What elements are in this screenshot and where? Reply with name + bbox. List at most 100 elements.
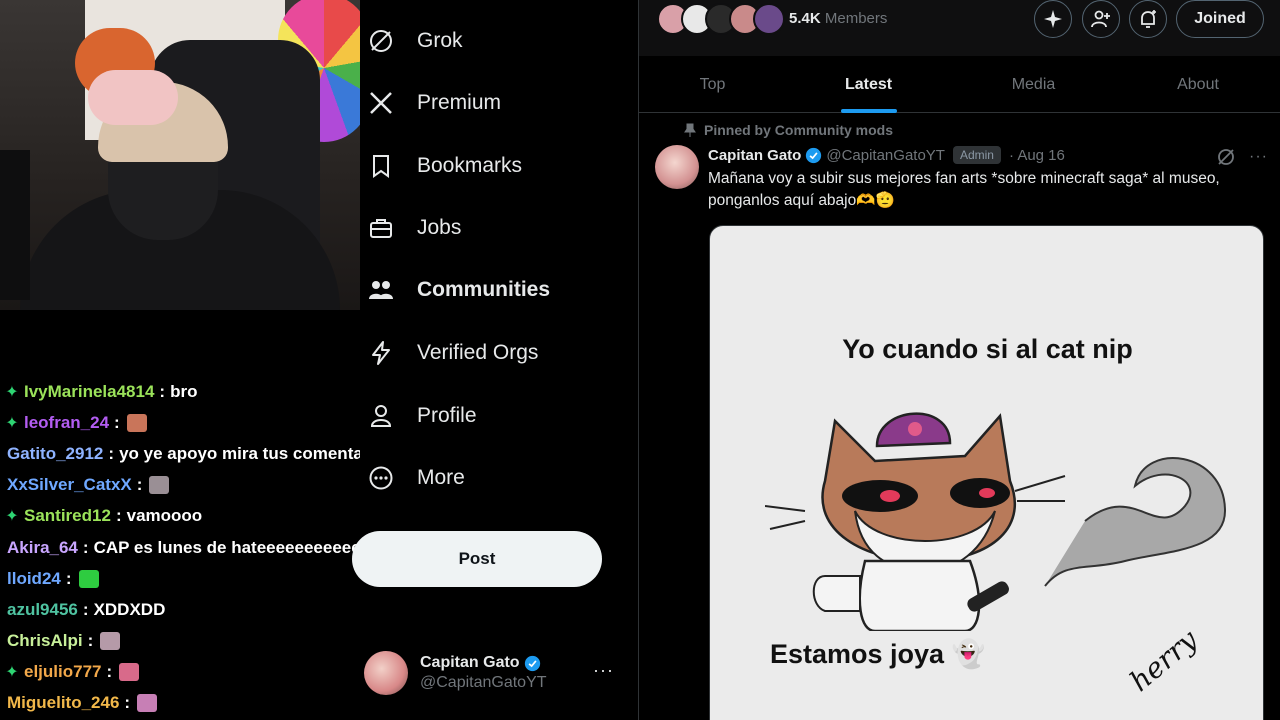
member-count-value: 5.4K — [789, 10, 821, 27]
tab-top[interactable]: Top — [639, 56, 786, 113]
nav-item-more[interactable]: More — [365, 454, 465, 502]
chat-username[interactable]: lloid24 — [7, 569, 61, 589]
chat-separator: : — [115, 506, 122, 526]
post-button[interactable]: Post — [352, 531, 602, 587]
chat-separator: : — [114, 412, 120, 432]
image-signature: herry — [1123, 623, 1204, 698]
chat-message: XxSilver_CatxX: — [0, 470, 420, 501]
nav-label: Premium — [417, 91, 502, 114]
subscriber-badge-icon: ✦ — [5, 508, 19, 526]
nav-label: Jobs — [417, 216, 462, 239]
chat-username[interactable]: ChrisAlpi — [7, 631, 83, 651]
chat-username[interactable]: XxSilver_CatxX — [7, 475, 132, 495]
nav-label: More — [417, 466, 465, 489]
post-header: Capitan Gato @CapitanGatoYT Admin · Aug … — [708, 146, 1065, 164]
microphone — [0, 150, 30, 300]
nav-item-verified-orgs[interactable]: Verified Orgs — [365, 329, 538, 377]
member-avatar — [753, 3, 785, 35]
tab-label: Media — [1011, 75, 1056, 93]
chat-username[interactable]: IvyMarinela4814 — [24, 382, 154, 402]
post-image[interactable]: Yo cuando si al cat nip Estamos joya 👻 h… — [709, 225, 1264, 720]
chat-message: ✦ IvyMarinela4814: bro — [0, 376, 420, 407]
chat-message-text: yo ye apoyo mira tus comentarios — [119, 443, 394, 463]
nav-item-premium[interactable]: Premium — [365, 79, 501, 127]
pinned-label: Pinned by Community mods — [704, 122, 894, 138]
chat-emote — [126, 413, 147, 432]
chat-message: ✦ Santired12: vamoooo — [0, 501, 420, 532]
member-avatars[interactable] — [657, 3, 785, 35]
post-author-handle[interactable]: @CapitanGatoYT — [826, 147, 945, 164]
chat-username[interactable]: Akira_64 — [7, 538, 78, 558]
post-author-name[interactable]: Capitan Gato — [708, 147, 801, 164]
nav-item-jobs[interactable]: Jobs — [365, 204, 461, 252]
post-text: Mañana voy a subir sus mejores fan arts … — [708, 170, 1220, 209]
account-handle: @CapitanGatoYT — [420, 674, 547, 691]
tab-media[interactable]: Media — [951, 56, 1116, 113]
x-logo-icon — [367, 89, 395, 117]
post-date[interactable]: · Aug 16 — [1009, 147, 1065, 164]
chat-username[interactable]: Gatito_2912 — [7, 444, 103, 464]
post-author-avatar[interactable] — [655, 145, 699, 189]
chat-username[interactable]: Santired12 — [24, 506, 111, 526]
chat-separator: : — [87, 631, 94, 651]
nav-item-profile[interactable]: Profile — [365, 392, 477, 440]
chat-username[interactable]: leofran_24 — [24, 413, 109, 433]
chat-separator: : — [136, 475, 143, 495]
grok-spark-button[interactable] — [1034, 0, 1072, 38]
chat-emote — [137, 694, 158, 713]
bell-plus-icon — [1141, 10, 1156, 28]
chat-message: ✦ leofran_24: — [0, 407, 420, 438]
tab-about[interactable]: About — [1116, 56, 1280, 113]
tab-label: About — [1177, 75, 1219, 93]
tab-label: Latest — [844, 75, 893, 93]
grok-icon — [367, 27, 395, 55]
chat-separator: : — [108, 443, 115, 463]
communities-icon — [367, 276, 395, 304]
chat-separator: : — [159, 381, 166, 401]
chat-message: azul9456: XDDXDD — [0, 594, 420, 625]
account-more-icon[interactable]: ··· — [593, 660, 614, 681]
lightning-icon — [367, 339, 395, 367]
joined-button[interactable]: Joined — [1176, 0, 1264, 38]
subscriber-badge-icon: ✦ — [5, 383, 19, 401]
chat-emote — [149, 476, 170, 495]
chat-emote — [78, 569, 99, 588]
nav-label: Profile — [417, 404, 477, 427]
grok-icon[interactable] — [1217, 148, 1235, 166]
chat-emote — [100, 632, 121, 651]
notifications-button[interactable] — [1129, 0, 1167, 38]
briefcase-icon — [367, 214, 395, 242]
chat-separator: : — [124, 693, 131, 713]
nav-label: Grok — [417, 29, 463, 52]
account-switcher[interactable]: Capitan Gato @CapitanGatoYT ··· — [364, 648, 624, 698]
chat-username[interactable]: azul9456 — [7, 600, 78, 620]
subscriber-badge-icon: ✦ — [5, 414, 19, 432]
pinned-indicator: Pinned by Community mods — [684, 122, 893, 138]
nav-item-bookmarks[interactable]: Bookmarks — [365, 142, 522, 190]
nav-item-grok[interactable]: Grok — [365, 17, 463, 65]
chat-username[interactable]: eljulio777 — [24, 662, 101, 682]
account-display-name-row: Capitan Gato — [420, 654, 547, 672]
nav-label: Communities — [417, 278, 551, 301]
admin-badge: Admin — [952, 146, 1001, 164]
webcam-feed — [0, 0, 360, 310]
community-header: 5.4K Members Joined — [639, 0, 1280, 56]
chat-username[interactable]: Miguelito_246 — [7, 693, 119, 713]
chat-emote — [119, 663, 140, 682]
chat-separator: : — [65, 568, 72, 588]
subscriber-badge-icon: ✦ — [5, 664, 19, 682]
chat-message: ✦ eljulio777: — [0, 657, 420, 688]
active-tab-indicator — [840, 109, 897, 113]
chat-separator: : — [106, 662, 113, 682]
chat-message-text: bro — [170, 381, 198, 401]
community-column: 5.4K Members Joined Top Latest Media Abo… — [639, 0, 1280, 720]
sparkle-icon — [1044, 10, 1062, 28]
account-display-name: Capitan Gato — [420, 654, 520, 671]
nav-item-communities[interactable]: Communities — [365, 266, 550, 314]
post-more-icon[interactable]: ··· — [1249, 148, 1268, 166]
nav-label: Bookmarks — [417, 154, 523, 177]
image-title: Yo cuando si al cat nip — [842, 334, 1133, 364]
tab-latest[interactable]: Latest — [786, 56, 951, 113]
member-count[interactable]: 5.4K Members — [789, 10, 887, 27]
invite-member-button[interactable] — [1082, 0, 1120, 38]
